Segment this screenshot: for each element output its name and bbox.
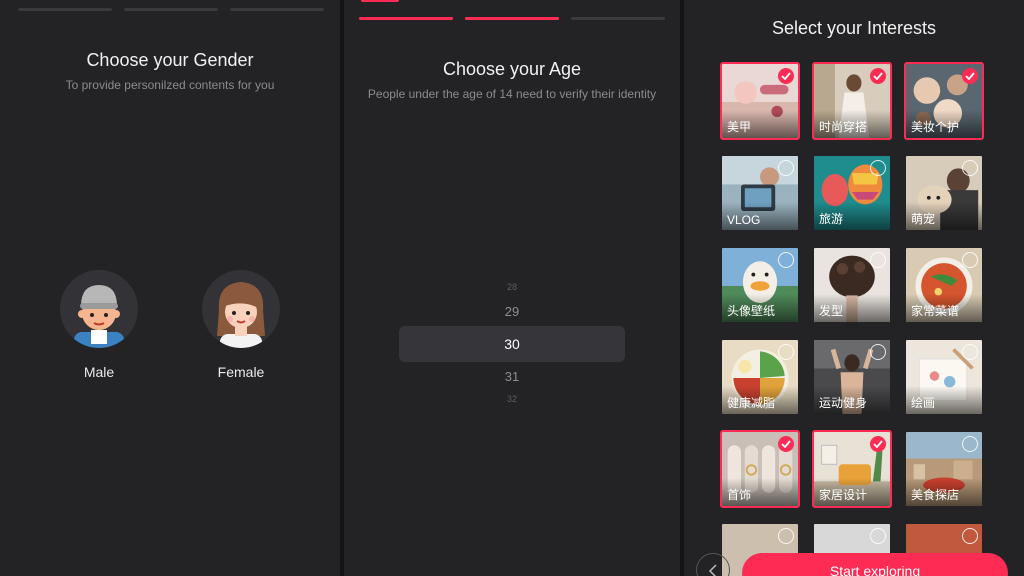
check-icon xyxy=(870,252,886,268)
interest-tile-healthy-diet[interactable]: 健康减脂 xyxy=(720,338,800,416)
age-option[interactable]: 32 xyxy=(344,394,680,404)
interest-label: 发型 xyxy=(819,304,844,318)
check-icon xyxy=(870,344,886,360)
gender-label-female: Female xyxy=(217,364,265,380)
check-icon xyxy=(870,160,886,176)
page-subtitle: People under the age of 14 need to verif… xyxy=(367,87,657,101)
gender-option-male[interactable]: Male xyxy=(59,270,139,380)
interest-label: 家常菜谱 xyxy=(911,304,960,318)
progress-segment-1 xyxy=(18,8,112,11)
gender-label-male: Male xyxy=(83,364,115,380)
interest-tile-avatar-wallpaper[interactable]: 头像壁纸 xyxy=(720,246,800,324)
check-icon xyxy=(962,528,978,544)
progress-segment-2 xyxy=(359,17,453,20)
progress-segment-2 xyxy=(124,8,218,11)
page-title: Select your Interests xyxy=(771,18,937,38)
interest-tile-jewelry[interactable]: 首饰 xyxy=(720,430,800,508)
interest-label: 萌宠 xyxy=(911,212,936,226)
chevron-left-icon xyxy=(708,564,717,576)
check-icon xyxy=(778,344,794,360)
interest-label: VLOG xyxy=(727,213,761,227)
interest-label: 运动健身 xyxy=(819,396,868,410)
interest-tile-hairstyle[interactable]: 发型 xyxy=(812,246,892,324)
interest-label: 时尚穿搭 xyxy=(819,120,868,134)
check-icon xyxy=(778,68,794,84)
interest-label: 健康减脂 xyxy=(727,396,776,410)
start-exploring-button[interactable]: Start exploring xyxy=(742,553,1008,576)
interest-tile-vlog[interactable]: VLOG xyxy=(720,154,800,232)
interest-tile-recipes[interactable]: 家常菜谱 xyxy=(904,246,984,324)
back-button[interactable] xyxy=(696,553,730,576)
progress-segment-3 xyxy=(230,8,324,11)
gender-option-female[interactable]: Female xyxy=(201,270,281,380)
age-screen: Choose your Age People under the age of … xyxy=(344,0,680,576)
check-icon xyxy=(962,252,978,268)
interest-label: 首饰 xyxy=(727,488,752,502)
check-icon xyxy=(962,68,978,84)
check-icon xyxy=(870,68,886,84)
interest-tile-nail[interactable]: 美甲 xyxy=(720,62,800,140)
page-title: Choose your Gender xyxy=(86,50,254,70)
check-icon xyxy=(778,160,794,176)
male-avatar-icon xyxy=(60,270,138,348)
interest-label: 旅游 xyxy=(819,212,844,226)
age-option[interactable]: 31 xyxy=(344,369,680,384)
page-subtitle: To provide personilzed contents for you xyxy=(65,78,275,92)
interest-label: 家居设计 xyxy=(819,488,868,502)
interest-tile-fitness[interactable]: 运动健身 xyxy=(812,338,892,416)
interest-tile-painting[interactable]: 绘画 xyxy=(904,338,984,416)
progress-segment-4 xyxy=(571,17,665,20)
check-icon xyxy=(870,528,886,544)
interest-tile-fashion[interactable]: 时尚穿搭 xyxy=(812,62,892,140)
age-option-selected[interactable]: 30 xyxy=(344,336,680,352)
check-icon xyxy=(778,528,794,544)
check-icon xyxy=(962,344,978,360)
interest-label: 美妆个护 xyxy=(911,120,960,134)
check-icon xyxy=(870,436,886,452)
progress-segment-1 xyxy=(361,0,399,2)
interest-tile-travel[interactable]: 旅游 xyxy=(812,154,892,232)
interest-label: 美食探店 xyxy=(911,488,960,502)
interests-screen: Select your Interests 美甲 时尚穿搭 美妆个护 VLOG xyxy=(684,0,1024,576)
interest-tile-home-design[interactable]: 家居设计 xyxy=(812,430,892,508)
progress-segment-3 xyxy=(465,17,559,20)
female-avatar-icon xyxy=(202,270,280,348)
age-option[interactable]: 28 xyxy=(344,282,680,292)
interest-label: 头像壁纸 xyxy=(727,304,776,318)
check-icon xyxy=(962,160,978,176)
check-icon xyxy=(778,252,794,268)
gender-screen: Choose your Gender To provide personilze… xyxy=(0,0,340,576)
check-icon xyxy=(778,436,794,452)
interest-label: 美甲 xyxy=(727,120,752,134)
interest-tile-beauty[interactable]: 美妆个护 xyxy=(904,62,984,140)
age-option[interactable]: 29 xyxy=(344,304,680,319)
check-icon xyxy=(962,436,978,452)
interest-tile-food-exploring[interactable]: 美食探店 xyxy=(904,430,984,508)
interest-tile-pets[interactable]: 萌宠 xyxy=(904,154,984,232)
interest-label: 绘画 xyxy=(911,396,936,410)
page-title: Choose your Age xyxy=(442,59,582,79)
